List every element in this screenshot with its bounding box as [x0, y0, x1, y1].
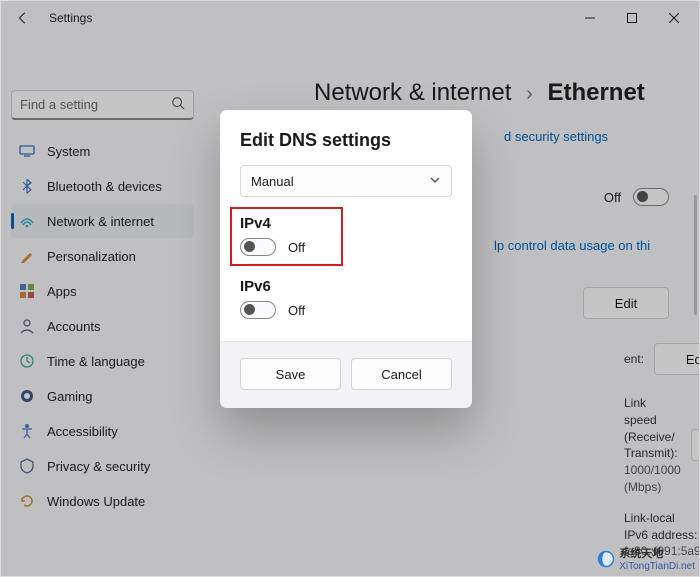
ipv6-title: IPv6 [240, 278, 452, 295]
ipv6-state-label: Off [288, 303, 305, 318]
dns-mode-value: Manual [251, 174, 294, 189]
save-button[interactable]: Save [240, 358, 341, 390]
ipv4-highlight: IPv4 Off [230, 207, 343, 266]
ipv4-toggle[interactable] [240, 238, 276, 256]
settings-window: Settings Find a setting System Bluetooth… [0, 0, 700, 577]
ipv6-toggle[interactable] [240, 301, 276, 319]
cancel-button[interactable]: Cancel [351, 358, 452, 390]
chevron-down-icon [429, 174, 441, 189]
ipv4-title: IPv4 [240, 215, 305, 232]
watermark-url: XiTongTianDi.net [619, 561, 695, 572]
watermark: 系统天地 XiTongTianDi.net [597, 545, 695, 572]
dns-mode-select[interactable]: Manual [240, 165, 452, 197]
dialog-title: Edit DNS settings [240, 130, 452, 151]
ipv4-state-label: Off [288, 240, 305, 255]
watermark-text: 系统天地 [619, 545, 695, 561]
dns-settings-dialog: Edit DNS settings Manual IPv4 Off IPv6 O… [220, 110, 472, 408]
